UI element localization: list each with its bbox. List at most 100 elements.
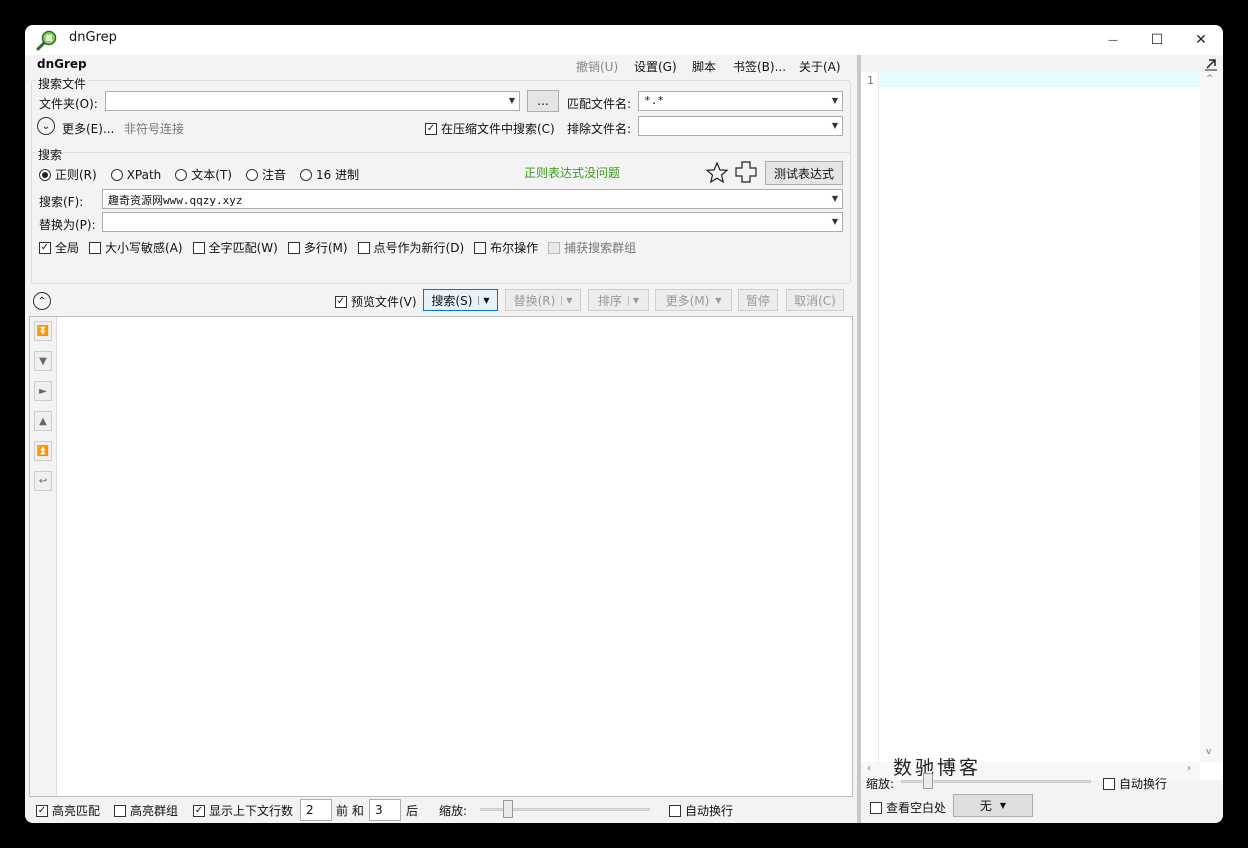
watermark-text: 数驰博客 xyxy=(893,757,982,779)
pop-out-icon[interactable] xyxy=(1204,57,1218,71)
radio-hex[interactable]: 16 进制 xyxy=(300,166,359,183)
chevron-down-icon: ▼ xyxy=(508,96,515,105)
option-global[interactable]: ✓ 全局 xyxy=(39,239,79,256)
maximize-icon: ☐ xyxy=(1150,32,1164,48)
option-boolean[interactable]: 布尔操作 xyxy=(474,239,538,256)
context-after-label: 后 xyxy=(406,804,419,818)
zoom-label: 缩放: xyxy=(439,804,468,818)
replace-input[interactable]: ▼ xyxy=(102,212,843,232)
preview-zoom-label: 缩放: xyxy=(866,777,895,791)
preview-zoom-thumb[interactable] xyxy=(923,773,933,789)
exclude-label: 排除文件名: xyxy=(567,122,632,136)
show-whitespace-option[interactable]: 查看空白处 xyxy=(870,799,946,816)
syntax-dropdown[interactable]: 无 ▼ xyxy=(953,794,1033,817)
preview-word-wrap-option[interactable]: 自动换行 xyxy=(1103,775,1167,792)
previous-icon[interactable]: ▲ xyxy=(34,411,52,431)
folder-label: 文件夹(O): xyxy=(39,97,98,111)
chevron-down-icon: ▼ xyxy=(831,121,838,130)
radio-xpath[interactable]: XPath xyxy=(110,168,161,182)
minimize-button[interactable]: — xyxy=(1091,25,1135,55)
window-title: dnGrep xyxy=(69,30,117,45)
context-before-input[interactable]: 2 xyxy=(300,799,332,821)
search-button[interactable]: 搜索(S) ▼ xyxy=(423,289,498,311)
chevron-down-icon: ▼ xyxy=(715,295,722,305)
scroll-up-icon[interactable]: ^ xyxy=(1206,74,1214,84)
app-name-label: dnGrep xyxy=(37,57,87,71)
radio-regex[interactable]: 正则(R) xyxy=(39,166,97,183)
zoom-slider-thumb[interactable] xyxy=(503,800,513,818)
collapse-button[interactable]: ⌃ xyxy=(33,292,51,310)
add-bookmark-icon[interactable] xyxy=(734,160,758,184)
pattern-value: *.* xyxy=(644,94,664,107)
highlight-matches-option[interactable]: ✓ 高亮匹配 xyxy=(36,802,100,819)
scroll-right-icon[interactable]: › xyxy=(1187,763,1191,774)
chevron-down-icon: ▼ xyxy=(831,217,838,226)
exclude-combo[interactable]: ▼ xyxy=(638,116,843,136)
next-icon[interactable]: ▼ xyxy=(34,351,52,371)
chevron-down-icon: ▼ xyxy=(999,801,1007,810)
preview-option[interactable]: ✓ 预览文件(V) xyxy=(335,293,417,310)
regex-status: 正则表达式没问题 xyxy=(524,166,621,180)
close-button[interactable]: ✕ xyxy=(1179,25,1223,55)
chevron-up-icon: ⌃ xyxy=(37,295,47,307)
option-capture-groups: 捕获搜索群组 xyxy=(548,239,636,256)
pattern-combo[interactable]: *.* ▼ xyxy=(638,91,843,111)
maximize-button[interactable]: ☐ xyxy=(1135,25,1179,55)
search-archives-checkbox[interactable]: ✓ xyxy=(425,122,437,135)
menu-script[interactable]: 脚本 xyxy=(692,58,716,75)
collapse-all-icon[interactable]: ⏫ xyxy=(34,441,52,461)
left-panel: dnGrep 撤销(U) 设置(G) 脚本 书签(B)... 关于(A) 搜索文… xyxy=(25,55,857,823)
menu-bookmarks[interactable]: 书签(B)... xyxy=(733,58,786,75)
word-wrap-option[interactable]: 自动换行 xyxy=(669,802,733,819)
search-group-label: 搜索 xyxy=(36,146,65,163)
radio-text[interactable]: 文本(T) xyxy=(175,166,232,183)
title-bar: dnGrep — ☐ ✕ xyxy=(25,25,1223,55)
context-after-input[interactable]: 3 xyxy=(369,799,401,821)
folder-combo[interactable]: ▼ xyxy=(105,91,520,111)
search-archives-label: 在压缩文件中搜索(C) xyxy=(441,122,555,136)
scroll-down-icon[interactable]: v xyxy=(1206,747,1211,757)
browse-button[interactable]: ... xyxy=(527,90,559,112)
line-number: 1 xyxy=(867,74,874,87)
preview-label: 预览文件(V) xyxy=(351,295,417,309)
option-case-sensitive[interactable]: 大小写敏感(A) xyxy=(89,239,183,256)
chevron-down-icon: ▼ xyxy=(561,295,572,305)
preview-panel: 1 ^ v ‹ › 数驰博客 缩放: 自动换行 查看空白处 无 ▼ xyxy=(861,55,1223,823)
preview-editor[interactable]: 1 ^ v ‹ › xyxy=(861,72,1223,780)
pause-button: 暂停 xyxy=(738,289,778,311)
scroll-left-icon[interactable]: ‹ xyxy=(867,763,871,774)
search-input[interactable]: 趣奇资源网www.qqzy.xyz ▼ xyxy=(102,189,843,209)
more-options-link[interactable]: 更多(E)... xyxy=(62,120,114,137)
preview-checkbox[interactable]: ✓ xyxy=(335,295,347,308)
chevron-down-icon: ⌄ xyxy=(41,120,51,132)
current-line-highlight xyxy=(880,72,1200,87)
expand-more-button[interactable]: ⌄ xyxy=(37,117,55,135)
chevron-down-icon[interactable]: ▼ xyxy=(478,295,490,305)
search-archives-option[interactable]: ✓ 在压缩文件中搜索(C) xyxy=(425,120,555,137)
vertical-scrollbar[interactable]: ^ v xyxy=(1200,72,1223,762)
chevron-down-icon: ▼ xyxy=(831,96,838,105)
minimize-icon: — xyxy=(1108,34,1118,46)
dngrep-logo-icon xyxy=(36,30,57,51)
pattern-label: 匹配文件名: xyxy=(567,97,632,111)
highlight-groups-option[interactable]: 高亮群组 xyxy=(114,802,178,819)
search-options: ✓ 全局 大小写敏感(A) 全字匹配(W) 多行(M) 点号作为新行(D) 布尔操… xyxy=(39,239,636,256)
show-context-option[interactable]: ✓ 显示上下文行数 xyxy=(193,802,293,819)
option-dot-newline[interactable]: 点号作为新行(D) xyxy=(357,239,464,256)
chevron-down-icon: ▼ xyxy=(831,194,838,203)
return-icon[interactable]: ↩ xyxy=(34,471,52,491)
menu-settings[interactable]: 设置(G) xyxy=(634,58,677,75)
search-value: 趣奇资源网www.qqzy.xyz xyxy=(108,194,243,207)
radio-phonetic[interactable]: 注音 xyxy=(246,166,286,183)
expand-all-icon[interactable]: ⏬ xyxy=(34,321,52,341)
app-window: dnGrep — ☐ ✕ dnGrep 撤销(U) 设置(G) 脚本 书签(B)… xyxy=(25,25,1223,823)
menu-about[interactable]: 关于(A) xyxy=(799,58,841,75)
star-icon[interactable] xyxy=(705,161,729,185)
option-multiline[interactable]: 多行(M) xyxy=(287,239,348,256)
test-regex-button[interactable]: 测试表达式 xyxy=(765,161,843,185)
right-arrow-icon[interactable]: ► xyxy=(34,381,52,401)
chevron-down-icon: ▼ xyxy=(627,295,639,305)
results-toolbar: ⏬ ▼ ► ▲ ⏫ ↩ xyxy=(30,317,57,796)
menu-undo[interactable]: 撤销(U) xyxy=(576,58,618,75)
option-whole-word[interactable]: 全字匹配(W) xyxy=(192,239,278,256)
